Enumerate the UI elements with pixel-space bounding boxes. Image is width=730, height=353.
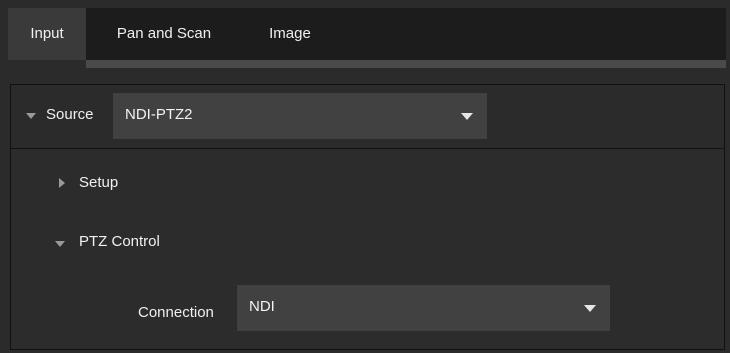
source-dropdown[interactable]: NDI-PTZ2 — [113, 93, 487, 139]
connection-label: Connection — [138, 304, 214, 321]
tab-pan-and-scan[interactable]: Pan and Scan — [86, 8, 242, 60]
setup-section-label[interactable]: Setup — [79, 174, 118, 191]
tab-input[interactable]: Input — [8, 8, 86, 60]
properties-window: Input Pan and Scan Image Source NDI-PTZ2… — [0, 0, 730, 353]
source-collapse-icon[interactable] — [26, 113, 36, 119]
setup-expand-icon[interactable] — [59, 178, 65, 188]
chevron-down-icon — [461, 113, 473, 120]
source-label: Source — [46, 106, 94, 123]
input-panel: Source NDI-PTZ2 Setup PTZ Control Connec… — [10, 84, 725, 350]
source-row: Source NDI-PTZ2 — [11, 85, 724, 149]
tab-bar-divider — [86, 60, 726, 68]
tab-bar: Input Pan and Scan Image — [8, 8, 726, 60]
ptz-control-section-label[interactable]: PTZ Control — [79, 233, 160, 250]
tab-image[interactable]: Image — [242, 8, 338, 60]
connection-dropdown[interactable]: NDI — [237, 285, 610, 331]
connection-dropdown-value: NDI — [249, 298, 275, 315]
chevron-down-icon — [584, 305, 596, 312]
ptz-collapse-icon[interactable] — [55, 241, 65, 247]
source-dropdown-value: NDI-PTZ2 — [125, 106, 193, 123]
